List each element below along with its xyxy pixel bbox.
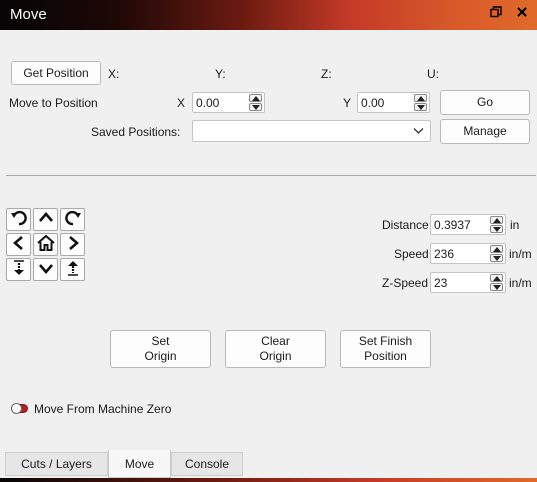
jog-left-button[interactable] bbox=[6, 233, 31, 256]
arrow-up-icon[interactable] bbox=[490, 245, 503, 253]
arrow-up-icon[interactable] bbox=[414, 94, 427, 102]
window-title: Move bbox=[10, 6, 47, 23]
machine-zero-toggle[interactable] bbox=[11, 403, 28, 414]
move-y-label: Y bbox=[343, 96, 352, 110]
divider bbox=[6, 175, 536, 176]
saved-positions-dropdown[interactable] bbox=[192, 120, 431, 142]
arrow-up-icon[interactable] bbox=[249, 94, 262, 102]
restore-icon[interactable] bbox=[488, 6, 504, 22]
zspeed-unit: in/m bbox=[509, 276, 532, 290]
y-position-label: Y: bbox=[215, 67, 226, 81]
speed-spinbox[interactable]: 236 bbox=[430, 243, 506, 264]
distance-value: 0.3937 bbox=[434, 218, 471, 232]
title-bar: Move bbox=[0, 0, 537, 30]
rotate-ccw-button[interactable] bbox=[6, 208, 31, 231]
speed-value: 236 bbox=[434, 247, 455, 261]
arrow-down-icon[interactable] bbox=[490, 254, 503, 262]
speed-unit: in/m bbox=[509, 247, 532, 261]
speed-label: Speed bbox=[394, 247, 429, 261]
z-up-button[interactable] bbox=[60, 258, 85, 281]
arrow-down-icon bbox=[38, 260, 54, 279]
close-icon[interactable] bbox=[514, 6, 530, 22]
rotate-cw-icon bbox=[64, 210, 81, 229]
bottom-accent-bar bbox=[0, 478, 537, 482]
arrow-down-icon[interactable] bbox=[490, 283, 503, 291]
arrow-up-icon[interactable] bbox=[490, 274, 503, 282]
move-y-spinbox[interactable]: 0.00 bbox=[357, 92, 430, 113]
move-to-position-label: Move to Position bbox=[9, 96, 98, 110]
home-button[interactable] bbox=[33, 233, 58, 256]
move-x-label: X bbox=[177, 96, 186, 110]
set-origin-label-line1: Set bbox=[151, 334, 170, 348]
tab-cuts-layers[interactable]: Cuts / Layers bbox=[5, 452, 108, 476]
x-position-label: X: bbox=[108, 67, 120, 81]
arrow-down-icon[interactable] bbox=[249, 103, 262, 111]
rotate-cw-button[interactable] bbox=[60, 208, 85, 231]
tab-move[interactable]: Move bbox=[108, 450, 171, 478]
go-button[interactable]: Go bbox=[440, 90, 530, 115]
z-down-icon bbox=[12, 260, 26, 279]
set-finish-position-button[interactable]: Set Finish Position bbox=[340, 330, 431, 368]
rotate-ccw-icon bbox=[10, 210, 27, 229]
tab-console[interactable]: Console bbox=[171, 452, 243, 476]
set-finish-label-line1: Set Finish bbox=[358, 334, 413, 348]
get-position-button[interactable]: Get Position bbox=[11, 61, 101, 85]
distance-unit: in bbox=[510, 218, 520, 232]
z-down-button[interactable] bbox=[6, 258, 31, 281]
manage-button[interactable]: Manage bbox=[440, 119, 530, 144]
clear-origin-label-line1: Clear bbox=[261, 334, 290, 348]
u-position-label: U: bbox=[427, 67, 439, 81]
move-x-spinbox[interactable]: 0.00 bbox=[192, 92, 265, 113]
jog-down-button[interactable] bbox=[33, 258, 58, 281]
distance-label: Distance bbox=[382, 218, 429, 232]
arrow-left-icon bbox=[11, 235, 27, 254]
chevron-down-icon bbox=[413, 125, 424, 139]
arrow-up-icon[interactable] bbox=[490, 216, 503, 224]
zspeed-value: 23 bbox=[434, 276, 448, 290]
arrow-down-icon[interactable] bbox=[414, 103, 427, 111]
z-position-label: Z: bbox=[321, 67, 332, 81]
saved-positions-label: Saved Positions: bbox=[91, 125, 181, 139]
clear-origin-button[interactable]: Clear Origin bbox=[225, 330, 326, 368]
set-origin-label-line2: Origin bbox=[144, 349, 177, 363]
arrow-up-icon bbox=[38, 210, 54, 229]
zspeed-label: Z-Speed bbox=[382, 276, 429, 290]
distance-spinbox[interactable]: 0.3937 bbox=[430, 214, 506, 235]
set-finish-label-line2: Position bbox=[364, 349, 407, 363]
clear-origin-label-line2: Origin bbox=[259, 349, 292, 363]
machine-zero-label: Move From Machine Zero bbox=[34, 402, 172, 416]
arrow-right-icon bbox=[65, 235, 81, 254]
move-y-value: 0.00 bbox=[361, 96, 385, 110]
move-x-value: 0.00 bbox=[196, 96, 220, 110]
arrow-down-icon[interactable] bbox=[490, 225, 503, 233]
zspeed-spinbox[interactable]: 23 bbox=[430, 272, 506, 293]
z-up-icon bbox=[66, 260, 80, 279]
toggle-knob bbox=[11, 403, 22, 414]
home-icon bbox=[36, 234, 55, 254]
set-origin-button[interactable]: Set Origin bbox=[110, 330, 211, 368]
jog-right-button[interactable] bbox=[60, 233, 85, 256]
jog-up-button[interactable] bbox=[33, 208, 58, 231]
